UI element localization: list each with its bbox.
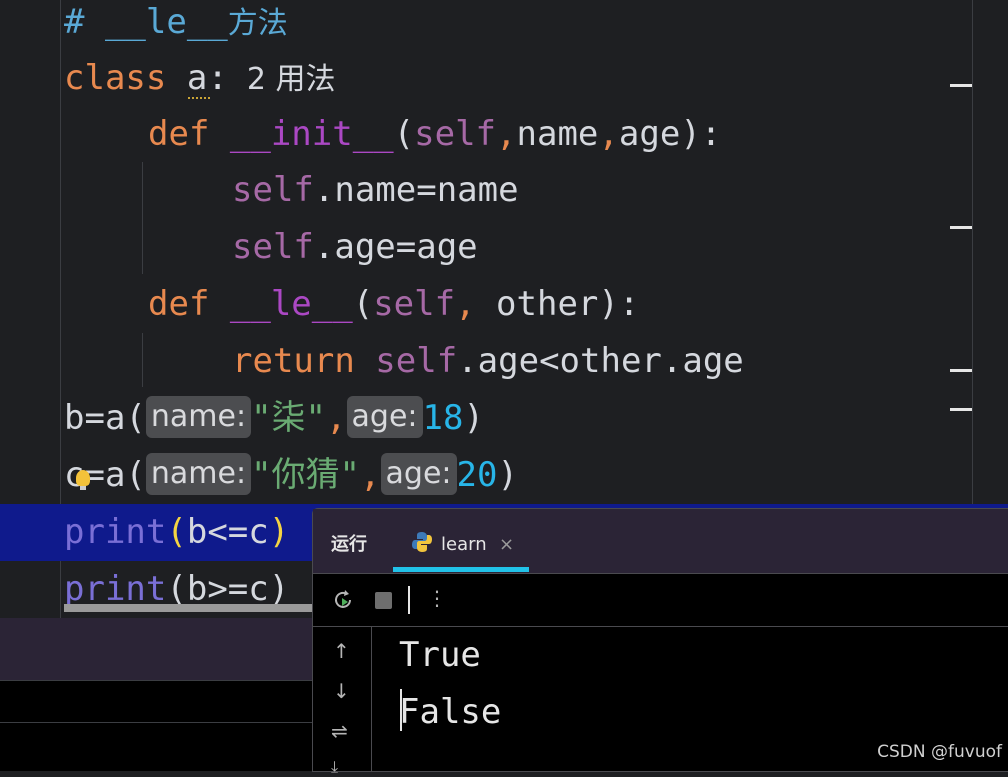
console-output-line: True bbox=[399, 635, 481, 675]
param-hint-age: age: bbox=[346, 395, 423, 438]
run-side-toolbar: ↑ ↓ ⇌ ⤓ bbox=[313, 627, 372, 776]
python-icon bbox=[412, 532, 432, 552]
code-text: b=a( bbox=[64, 398, 146, 438]
self-param: self bbox=[373, 284, 456, 324]
comma: , bbox=[598, 114, 619, 154]
self-ref: self bbox=[232, 227, 314, 267]
param-hint-name: name: bbox=[145, 395, 252, 438]
paren: ( bbox=[166, 512, 187, 552]
indent-guide bbox=[142, 162, 143, 274]
paren: ) bbox=[497, 455, 518, 495]
code-line-9[interactable]: c=a(name: "你猜", age: 20) bbox=[64, 447, 518, 504]
bottom-tool-strip bbox=[0, 618, 312, 680]
lightbulb-base bbox=[80, 486, 86, 490]
paren: ): bbox=[598, 284, 640, 324]
scroll-end-icon[interactable]: ⤓ bbox=[331, 757, 338, 777]
builtin-print: print bbox=[64, 512, 167, 552]
param: name bbox=[516, 114, 599, 154]
paren: ) bbox=[268, 512, 290, 552]
scroll-marker[interactable] bbox=[950, 369, 972, 372]
number-literal: 18 bbox=[422, 398, 464, 438]
code-text: .age=age bbox=[313, 227, 478, 267]
code-text: .name=name bbox=[313, 170, 519, 210]
code-line-7[interactable]: return self.age<other.age bbox=[232, 333, 744, 390]
code-line-3[interactable]: def __init__(self,name,age): bbox=[148, 106, 721, 163]
scroll-marker[interactable] bbox=[950, 408, 972, 411]
string-literal: "柒" bbox=[251, 398, 327, 438]
toolbar-divider bbox=[408, 586, 410, 614]
active-tab-indicator bbox=[393, 567, 529, 572]
indent-guide bbox=[142, 333, 143, 387]
comma: , bbox=[326, 398, 347, 438]
paren: ) bbox=[463, 398, 484, 438]
comment-cn: 方法 bbox=[227, 6, 288, 41]
code-line-5[interactable]: self.age=age bbox=[232, 219, 478, 276]
horizontal-scrollbar[interactable] bbox=[64, 604, 314, 612]
arrow-up-icon[interactable]: ↑ bbox=[333, 639, 350, 663]
paren: ( bbox=[352, 284, 374, 324]
warning-squiggle bbox=[188, 92, 210, 99]
stop-icon[interactable] bbox=[375, 592, 392, 609]
comma: , bbox=[455, 284, 476, 324]
builtin-print: print bbox=[64, 569, 167, 609]
param-hint-name: name: bbox=[145, 452, 252, 495]
keyword: return bbox=[232, 341, 376, 381]
self-ref: self bbox=[375, 341, 458, 381]
comma: , bbox=[360, 455, 381, 495]
param: other bbox=[475, 284, 599, 324]
lightbulb-icon[interactable] bbox=[76, 470, 90, 486]
scroll-marker[interactable] bbox=[950, 84, 972, 87]
code-text: .age<other.age bbox=[457, 341, 744, 381]
code-text: b<=c bbox=[186, 512, 269, 552]
paren: ( bbox=[166, 569, 187, 609]
console-output-line: False bbox=[399, 692, 502, 732]
string-literal: "你猜" bbox=[251, 455, 361, 495]
run-panel-title: 运行 bbox=[331, 534, 367, 555]
bottom-row bbox=[0, 722, 312, 771]
self-ref: self bbox=[232, 170, 314, 210]
text-caret bbox=[400, 689, 402, 731]
comment: # __le__ bbox=[64, 2, 228, 42]
watermark: CSDN @fuvuof bbox=[877, 742, 1002, 762]
number-literal: 20 bbox=[456, 455, 498, 495]
comma: , bbox=[496, 114, 517, 154]
run-panel-header: 运行 learn × bbox=[313, 509, 1008, 574]
self-param: self bbox=[414, 114, 497, 154]
keyword: def bbox=[148, 284, 230, 324]
param-hint-age: age: bbox=[380, 452, 457, 495]
code-line-1[interactable]: # __le__方法 bbox=[64, 0, 288, 51]
code-line-4[interactable]: self.name=name bbox=[232, 162, 519, 219]
soft-wrap-icon[interactable]: ⇌ bbox=[331, 719, 348, 743]
arrow-down-icon[interactable]: ↓ bbox=[333, 679, 350, 703]
usages-inlay[interactable]: 2 用法 bbox=[228, 62, 336, 97]
code-line-8[interactable]: b=a(name: "柒", age: 18) bbox=[64, 390, 484, 447]
bottom-row bbox=[0, 680, 312, 723]
method-name: __init__ bbox=[229, 114, 394, 154]
keyword: def bbox=[148, 114, 230, 154]
scroll-marker[interactable] bbox=[950, 226, 972, 229]
method-name: __le__ bbox=[229, 284, 353, 324]
code-line-6[interactable]: def __le__(self, other): bbox=[148, 276, 639, 333]
code-text: b>=c bbox=[186, 569, 269, 609]
paren: ): bbox=[680, 114, 722, 154]
run-panel[interactable]: 运行 learn × ⋮ ↑ ↓ ⇌ ⤓ True False bbox=[312, 508, 1008, 776]
param: age bbox=[618, 114, 681, 154]
paren: ( bbox=[393, 114, 415, 154]
paren: ) bbox=[268, 569, 290, 609]
keyword: class bbox=[64, 58, 187, 98]
colon: : bbox=[207, 58, 228, 98]
more-icon[interactable]: ⋮ bbox=[427, 586, 447, 610]
rerun-icon[interactable] bbox=[331, 588, 355, 612]
run-toolbar: ⋮ bbox=[313, 574, 1008, 627]
